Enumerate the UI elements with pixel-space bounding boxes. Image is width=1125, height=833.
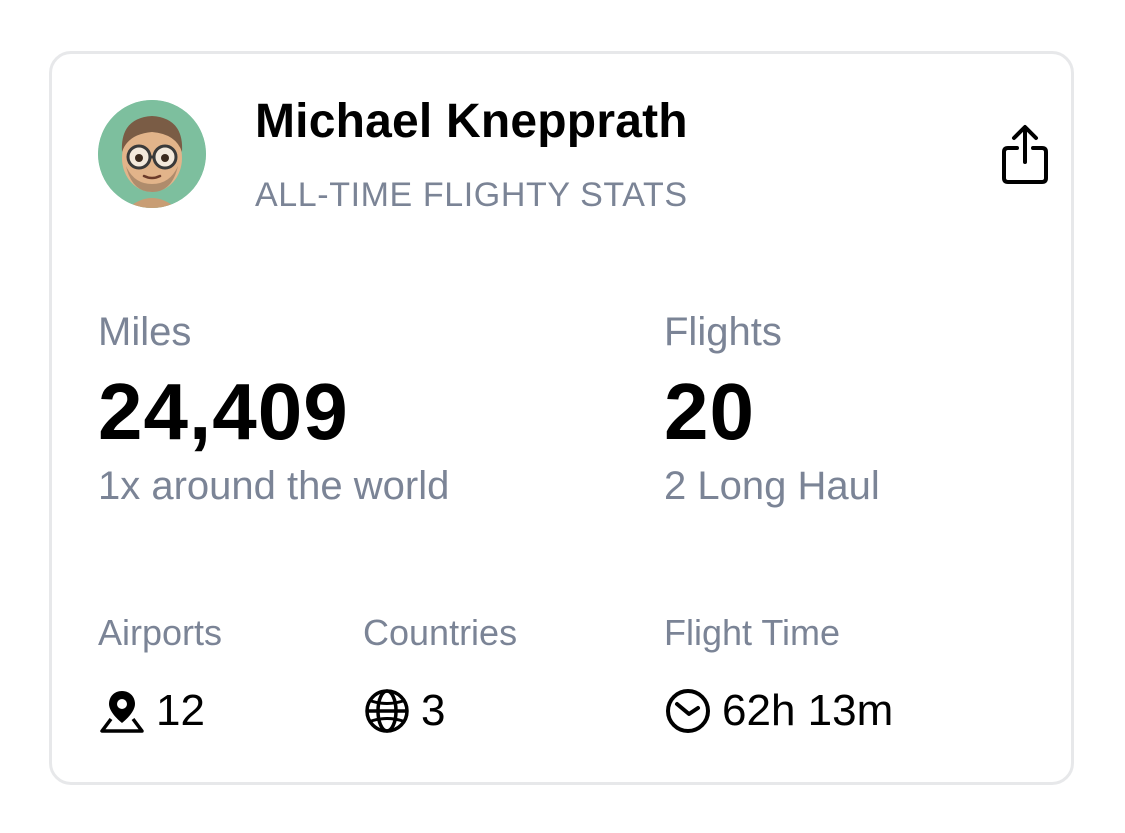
clock-icon bbox=[664, 687, 712, 735]
map-pin-icon bbox=[98, 687, 146, 735]
countries-label: Countries bbox=[363, 612, 518, 653]
stats-card: Michael Knepprath ALL-TIME FLIGHTY STATS… bbox=[49, 51, 1074, 785]
flight-time-value: 62h 13m bbox=[722, 686, 894, 735]
flights-sub: 2 Long Haul bbox=[664, 464, 880, 508]
airports-label: Airports bbox=[98, 612, 223, 653]
share-button[interactable] bbox=[1000, 124, 1050, 186]
airports-value: 12 bbox=[156, 686, 205, 735]
profile-name: Michael Knepprath bbox=[255, 95, 688, 148]
miles-label: Miles bbox=[98, 310, 192, 354]
globe-icon bbox=[363, 687, 411, 735]
countries-value: 3 bbox=[421, 686, 446, 735]
flight-time-stat: 62h 13m bbox=[664, 686, 893, 736]
airports-stat: 12 bbox=[98, 686, 205, 736]
miles-sub: 1x around the world bbox=[98, 464, 450, 508]
profile-subtitle: ALL-TIME FLIGHTY STATS bbox=[255, 176, 688, 214]
memoji-avatar-icon bbox=[98, 100, 206, 208]
miles-value: 24,409 bbox=[98, 367, 349, 456]
avatar bbox=[98, 100, 206, 208]
flights-value: 20 bbox=[664, 367, 755, 456]
flight-time-label: Flight Time bbox=[664, 612, 841, 653]
flights-label: Flights bbox=[664, 310, 782, 354]
share-icon bbox=[1002, 125, 1048, 184]
countries-stat: 3 bbox=[363, 686, 445, 736]
